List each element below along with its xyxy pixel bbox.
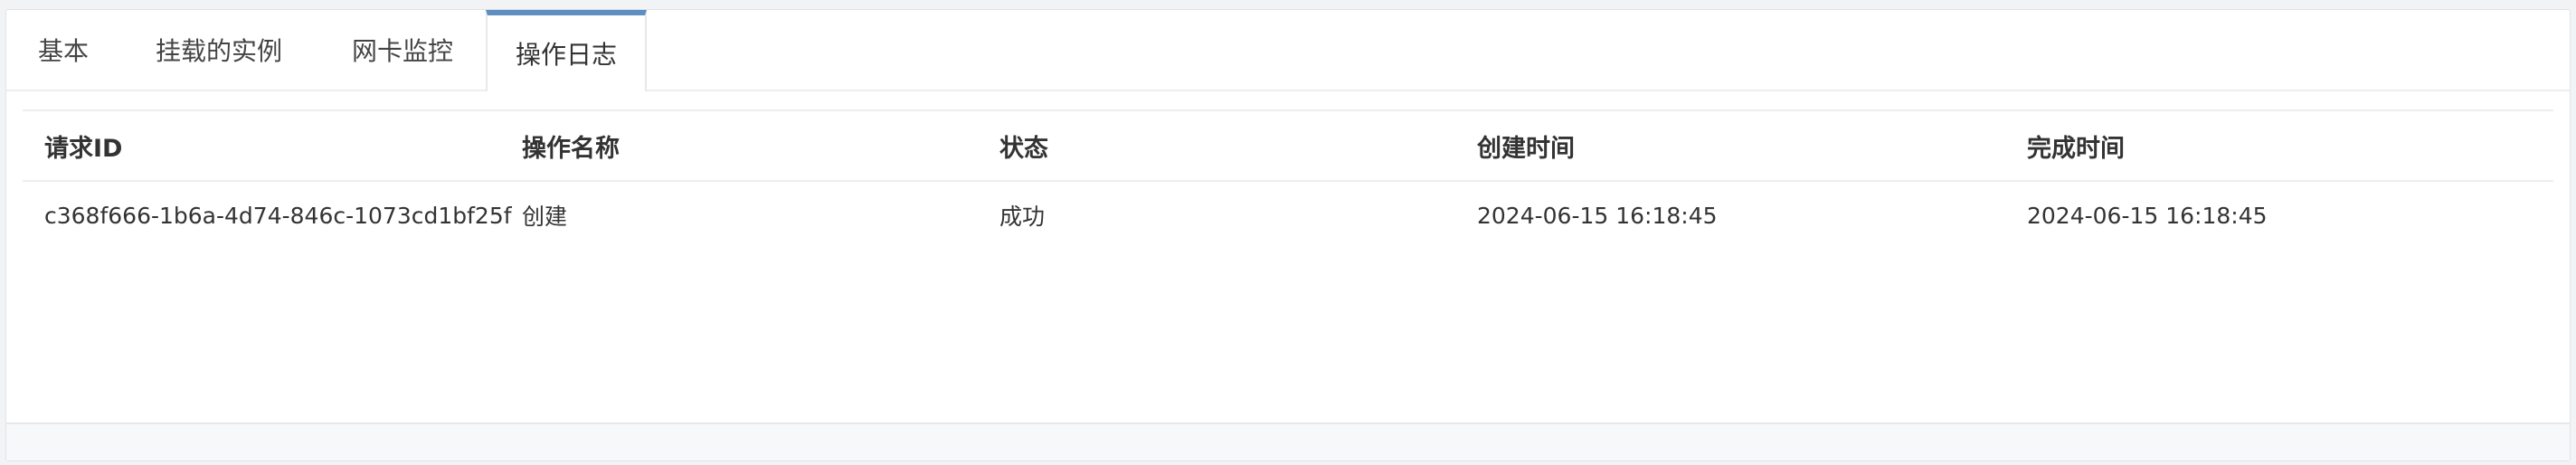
column-header-request-id: 请求ID: [44, 134, 123, 163]
operation-log-table: 请求ID 操作名称 状态 创建时间 完成时间 c368f666-1b6a-4d7…: [23, 109, 2553, 249]
cell-request-id: c368f666-1b6a-4d74-846c-1073cd1bf25f: [44, 202, 512, 229]
tab-label: 挂载的实例: [155, 36, 282, 66]
column-header-status: 状态: [999, 134, 1048, 163]
table-header-row: 请求ID 操作名称 状态 创建时间 完成时间: [23, 109, 2553, 182]
tab-label: 操作日志: [515, 40, 617, 70]
tab-operation-log[interactable]: 操作日志: [486, 10, 647, 91]
cell-created-time: 2024-06-15 16:18:45: [1477, 202, 1718, 229]
tab-bar: 基本 挂载的实例 网卡监控 操作日志: [6, 10, 2570, 91]
table-row: c368f666-1b6a-4d74-846c-1073cd1bf25f 创建 …: [23, 182, 2553, 249]
cell-status: 成功: [999, 204, 1046, 230]
tab-basic[interactable]: 基本: [6, 10, 120, 90]
column-header-created-time: 创建时间: [1477, 134, 1575, 163]
panel-footer: [6, 422, 2570, 460]
column-header-completed-time: 完成时间: [2027, 134, 2125, 163]
column-header-operation-name: 操作名称: [522, 134, 620, 163]
cell-operation-name: 创建: [522, 204, 568, 230]
detail-panel: 基本 挂载的实例 网卡监控 操作日志 请求ID 操作名称 状态 创建时间 完成时…: [5, 9, 2571, 461]
tab-label: 基本: [37, 36, 89, 66]
tab-attached-instances[interactable]: 挂载的实例: [120, 10, 317, 90]
tab-nic-monitoring[interactable]: 网卡监控: [317, 10, 488, 90]
tab-label: 网卡监控: [351, 36, 453, 66]
cell-completed-time: 2024-06-15 16:18:45: [2027, 202, 2268, 229]
